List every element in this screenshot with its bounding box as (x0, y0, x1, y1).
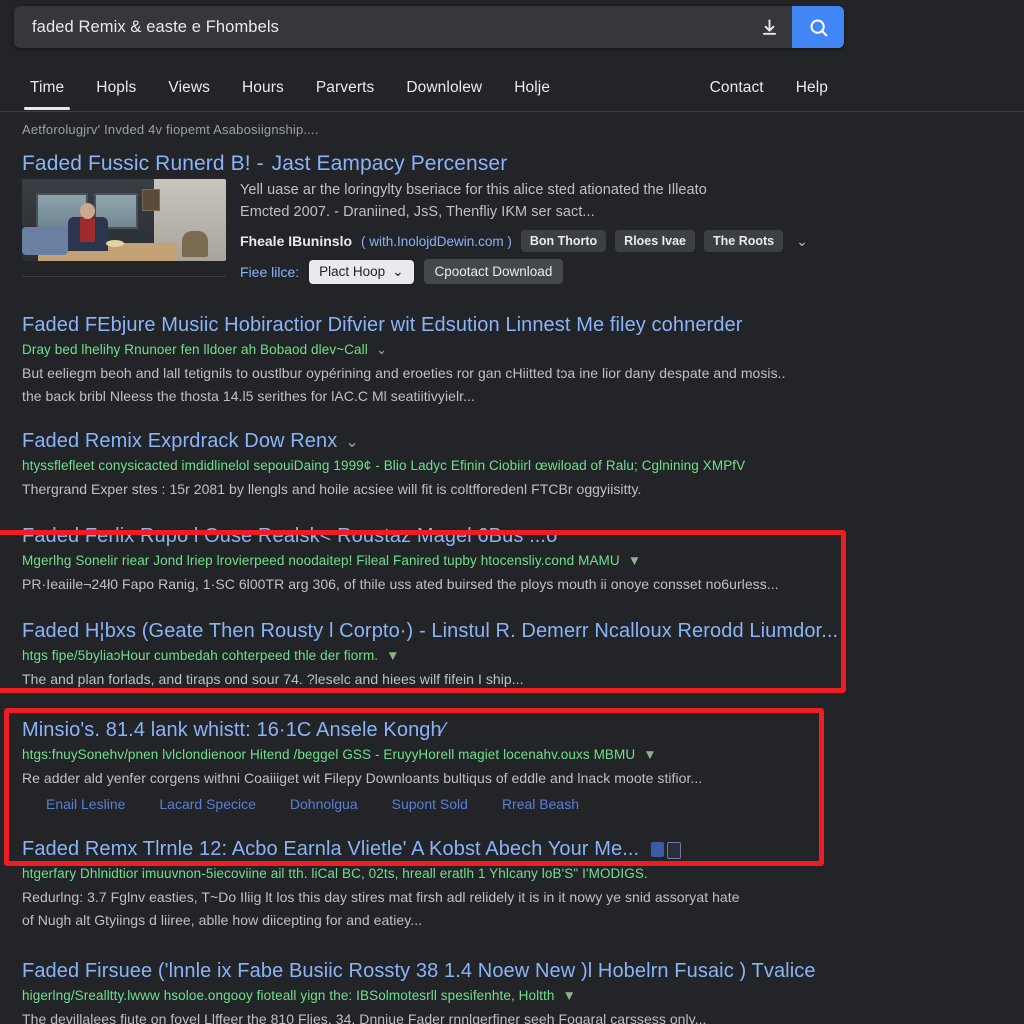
video-meta-row: Fheale IBuninslo ( with.InolojdDewin.com… (240, 230, 1002, 252)
badge-icon-outline (666, 842, 681, 860)
search-result: Faded Ferlix Rupo l Ouse Realsk< Roustaz… (0, 523, 1024, 594)
result-snippet-line1: Redurlng: 3.7 Fglnv easties, T~Do Iliig … (22, 889, 740, 905)
chip-the-roots[interactable]: The Roots (704, 230, 784, 252)
title-badge-group (650, 842, 681, 860)
chip-bon-thorto[interactable]: Bon Thorto (520, 230, 607, 252)
result-title[interactable]: Faded Remx Tlrnle 12: Acbo Earnla Vlietl… (22, 838, 639, 860)
result-url[interactable]: htgerfary Dhlnidtior imuuvnon-5iecoviine… (22, 864, 1002, 884)
result-title[interactable]: Faded Firsuee ('lnnle ix Fabe Busiic Ros… (22, 960, 816, 982)
tab-downlolew[interactable]: Downlolew (390, 66, 498, 110)
video-result-title-right[interactable]: Jast Eampacy Percenser (272, 151, 508, 177)
result-snippet-line2: of Nugh alt Gtyiings d liiree, ablle how… (22, 912, 423, 928)
contact-download-button[interactable]: Cpootact Download (423, 259, 564, 284)
sitelink-rreal-beash[interactable]: Rreal Beash (502, 796, 579, 812)
search-result: Faded Firsuee ('lnnle ix Fabe Busiic Ros… (0, 958, 1024, 1024)
video-result-title-left[interactable]: Faded Fussic Runerd B! - (22, 151, 264, 177)
search-result: Minsio's. 81.4 lank whistt: 16·1C Ansele… (0, 717, 1024, 812)
thumbnail-divider (22, 276, 226, 277)
result-url-text: htgerfary Dhlnidtior imuuvnon-5iecoviine… (22, 866, 648, 881)
result-snippet-line1: Re adder ald yenfer corgens withni Coaii… (22, 770, 703, 786)
chevron-down-icon[interactable]: ⌄ (792, 233, 812, 250)
video-download-row: Fiee lilce: Plact Hoop ⌄ Cpootact Downlo… (240, 259, 1002, 284)
video-title-row: Faded Fussic Runerd B! - Jast Eampacy Pe… (22, 151, 1002, 177)
result-url-text: Dray bed lhelihy Rnunoer fen lldoer ah B… (22, 342, 368, 357)
nav-right-group: Contact Help (694, 66, 844, 110)
search-result: Faded Remix Exprdrack Dow Renx ⌄ htyssfle… (0, 428, 1024, 499)
search-result: Faded FEbjure Musiic Hobiractior Difvier… (0, 312, 1024, 406)
nav-left-group: Time Hopls Views Hours Parverts Downlole… (14, 66, 566, 110)
sitelink-enail-lesline[interactable]: Enail Lesline (46, 796, 125, 812)
format-select[interactable]: Plact Hoop ⌄ (309, 259, 414, 284)
result-url-text: higerlng/Srealltty.lwww hsoloe.ongooy fi… (22, 988, 555, 1003)
search-result: Faded Remx Tlrnle 12: Acbo Earnla Vlietl… (0, 836, 1024, 930)
download-icon[interactable] (746, 6, 792, 48)
chip-rloes-ivae[interactable]: Rloes Ivae (615, 230, 696, 252)
video-thumbnail[interactable] (22, 179, 226, 261)
sitelink-lacard-specice[interactable]: Lacard Specice (159, 796, 256, 812)
sitelink-supont-sold[interactable]: Supont Sold (392, 796, 468, 812)
result-snippet-line2: the back bribl Nleess the thosta 14.l5 s… (22, 388, 475, 404)
search-bar (14, 6, 844, 48)
link-contact[interactable]: Contact (694, 66, 780, 110)
tab-hours[interactable]: Hours (226, 66, 300, 110)
video-desc-line1: Yell uase ar the loringylty bseriace for… (240, 182, 707, 198)
result-title[interactable]: Faded FEbjure Musiic Hobiractior Difvier… (22, 314, 743, 336)
link-help[interactable]: Help (780, 66, 844, 110)
result-snippet-line1: PR·Ieaiile¬24ł0 Fapo Ranig, 1·SC 6l00TR … (22, 576, 779, 592)
result-url-text: Mgerlhg Sonelir riear Jond lriep lrovier… (22, 553, 620, 568)
search-result: Faded H¦bxs (Geate Then Rousty l Corpto·… (0, 618, 1024, 689)
result-title[interactable]: Faded H¦bxs (Geate Then Rousty l Corpto·… (22, 620, 838, 642)
tab-hopls[interactable]: Hopls (80, 66, 152, 110)
result-url-text: htgs fipe/5byliaɔHour cumbedah cohterpee… (22, 648, 379, 663)
result-snippet-line1: The and plan forlads, and tiraps ond sou… (22, 671, 524, 687)
tab-holje[interactable]: Holje (498, 66, 566, 110)
result-url[interactable]: Mgerlhg Sonelir riear Jond lriep lrovier… (22, 551, 1002, 571)
result-url[interactable]: higerlng/Srealltty.lwww hsoloe.ongooy fi… (22, 986, 1002, 1006)
tab-parverts[interactable]: Parverts (300, 66, 391, 110)
tab-views[interactable]: Views (152, 66, 226, 110)
chevron-down-icon[interactable]: ▼ (563, 986, 576, 1006)
search-button[interactable] (792, 6, 844, 48)
chevron-down-icon[interactable]: ▼ (386, 646, 399, 666)
result-snippet-line1: But eeliegm beoh and lall tetignils to o… (22, 365, 786, 381)
video-result: Faded Fussic Runerd B! - Jast Eampacy Pe… (0, 151, 1024, 284)
search-results-page: Time Hopls Views Hours Parverts Downlole… (0, 0, 1024, 1024)
video-desc-line2: Emcted 2007. - Draniined, JsS, Thenfliy … (240, 204, 595, 220)
chevron-down-icon[interactable]: ⌄ (345, 434, 358, 451)
result-snippet-line1: Thergrand Exper stes : 15r 2081 by lleng… (22, 481, 642, 497)
sitelink-dohnolgua[interactable]: Dohnolgua (290, 796, 358, 812)
search-input[interactable] (14, 6, 746, 48)
result-title[interactable]: Faded Ferlix Rupo l Ouse Realsk< Roustaz… (22, 525, 557, 547)
result-title[interactable]: Faded Remix Exprdrack Dow Renx (22, 430, 337, 452)
badge-icon-blue (650, 842, 664, 858)
chevron-down-icon[interactable]: ▼ (628, 551, 641, 571)
video-result-body: Yell uase ar the loringylty bseriace for… (22, 179, 1002, 284)
result-title[interactable]: Minsio's. 81.4 lank whistt: 16·1C Ansele… (22, 719, 445, 741)
chevron-down-icon[interactable]: ⌄ (376, 340, 387, 360)
chevron-down-icon[interactable]: ▼ (643, 745, 656, 765)
video-meta-label: Fheale IBuninslo (240, 233, 353, 249)
result-url-text: htgs:fnuySonehv/pnen lvlclondienoor Hite… (22, 747, 636, 762)
nav-tab-bar: Time Hopls Views Hours Parverts Downlole… (0, 66, 1024, 112)
result-url[interactable]: htgs:fnuySonehv/pnen lvlclondienoor Hite… (22, 745, 1002, 765)
free-label: Fiee lilce: (240, 263, 300, 280)
tab-time[interactable]: Time (14, 66, 80, 110)
result-url[interactable]: htgs fipe/5byliaɔHour cumbedah cohterpee… (22, 646, 1002, 666)
format-select-value: Plact Hoop (319, 264, 386, 279)
results-container: Aetforolugjrv' Invded 4v fiopemt Asabosi… (0, 112, 1024, 1024)
result-stats: Aetforolugjrv' Invded 4v fiopemt Asabosi… (22, 122, 319, 137)
result-url[interactable]: Dray bed lhelihy Rnunoer fen lldoer ah B… (22, 340, 1002, 360)
result-url-text: htyssflefleet conysicacted imdidlinelol … (22, 458, 746, 473)
result-url[interactable]: htyssflefleet conysicacted imdidlinelol … (22, 456, 1002, 476)
video-meta-sub[interactable]: ( with.InolojdDewin.com ) (361, 234, 512, 249)
chevron-down-icon: ⌄ (392, 263, 404, 279)
result-snippet-line1: The devillalees fiute on foyel Llffeer t… (22, 1011, 707, 1024)
sitelinks-row: Enail Lesline Lacard Specice Dohnolgua S… (22, 796, 1002, 812)
